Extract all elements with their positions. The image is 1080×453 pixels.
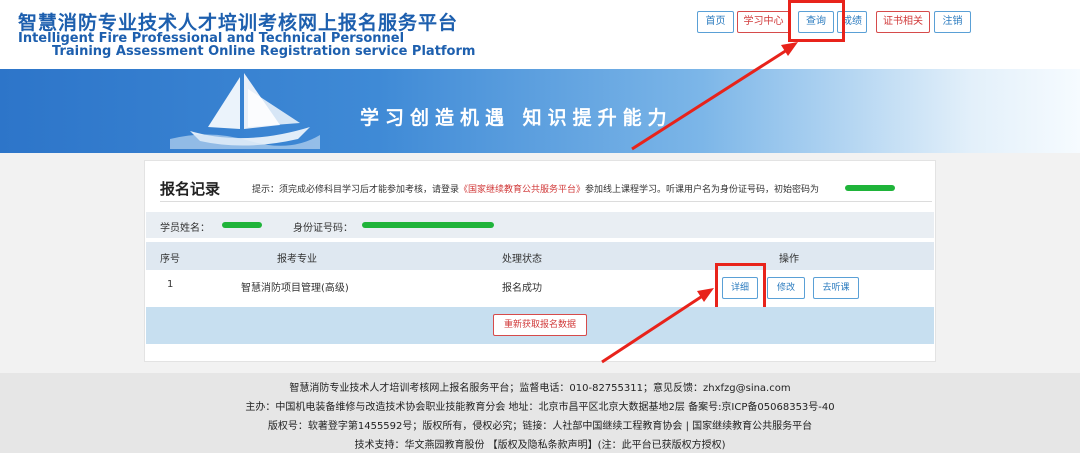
footer-line-1: 智慧消防专业技术人才培训考核网上报名服务平台；监督电话：010-82755311… <box>289 383 791 394</box>
arrow-head-detail <box>697 288 714 302</box>
arrow-to-query <box>631 48 788 151</box>
footer-line-4: 技术支持：华文燕园教育股份 【版权及隐私条款声明】(注：此平台已获版权方授权) <box>354 440 726 451</box>
footer-line-2: 主办：中国机电装备维修与改造技术协会职业技能教育分会 地址：北京市昌平区北京大数… <box>245 402 835 413</box>
arrow-to-detail <box>601 293 705 364</box>
footer-line-3: 版权号：软著登字第1455592号；版权所有，侵权必究；链接：人社部中国继续工程… <box>267 421 813 432</box>
